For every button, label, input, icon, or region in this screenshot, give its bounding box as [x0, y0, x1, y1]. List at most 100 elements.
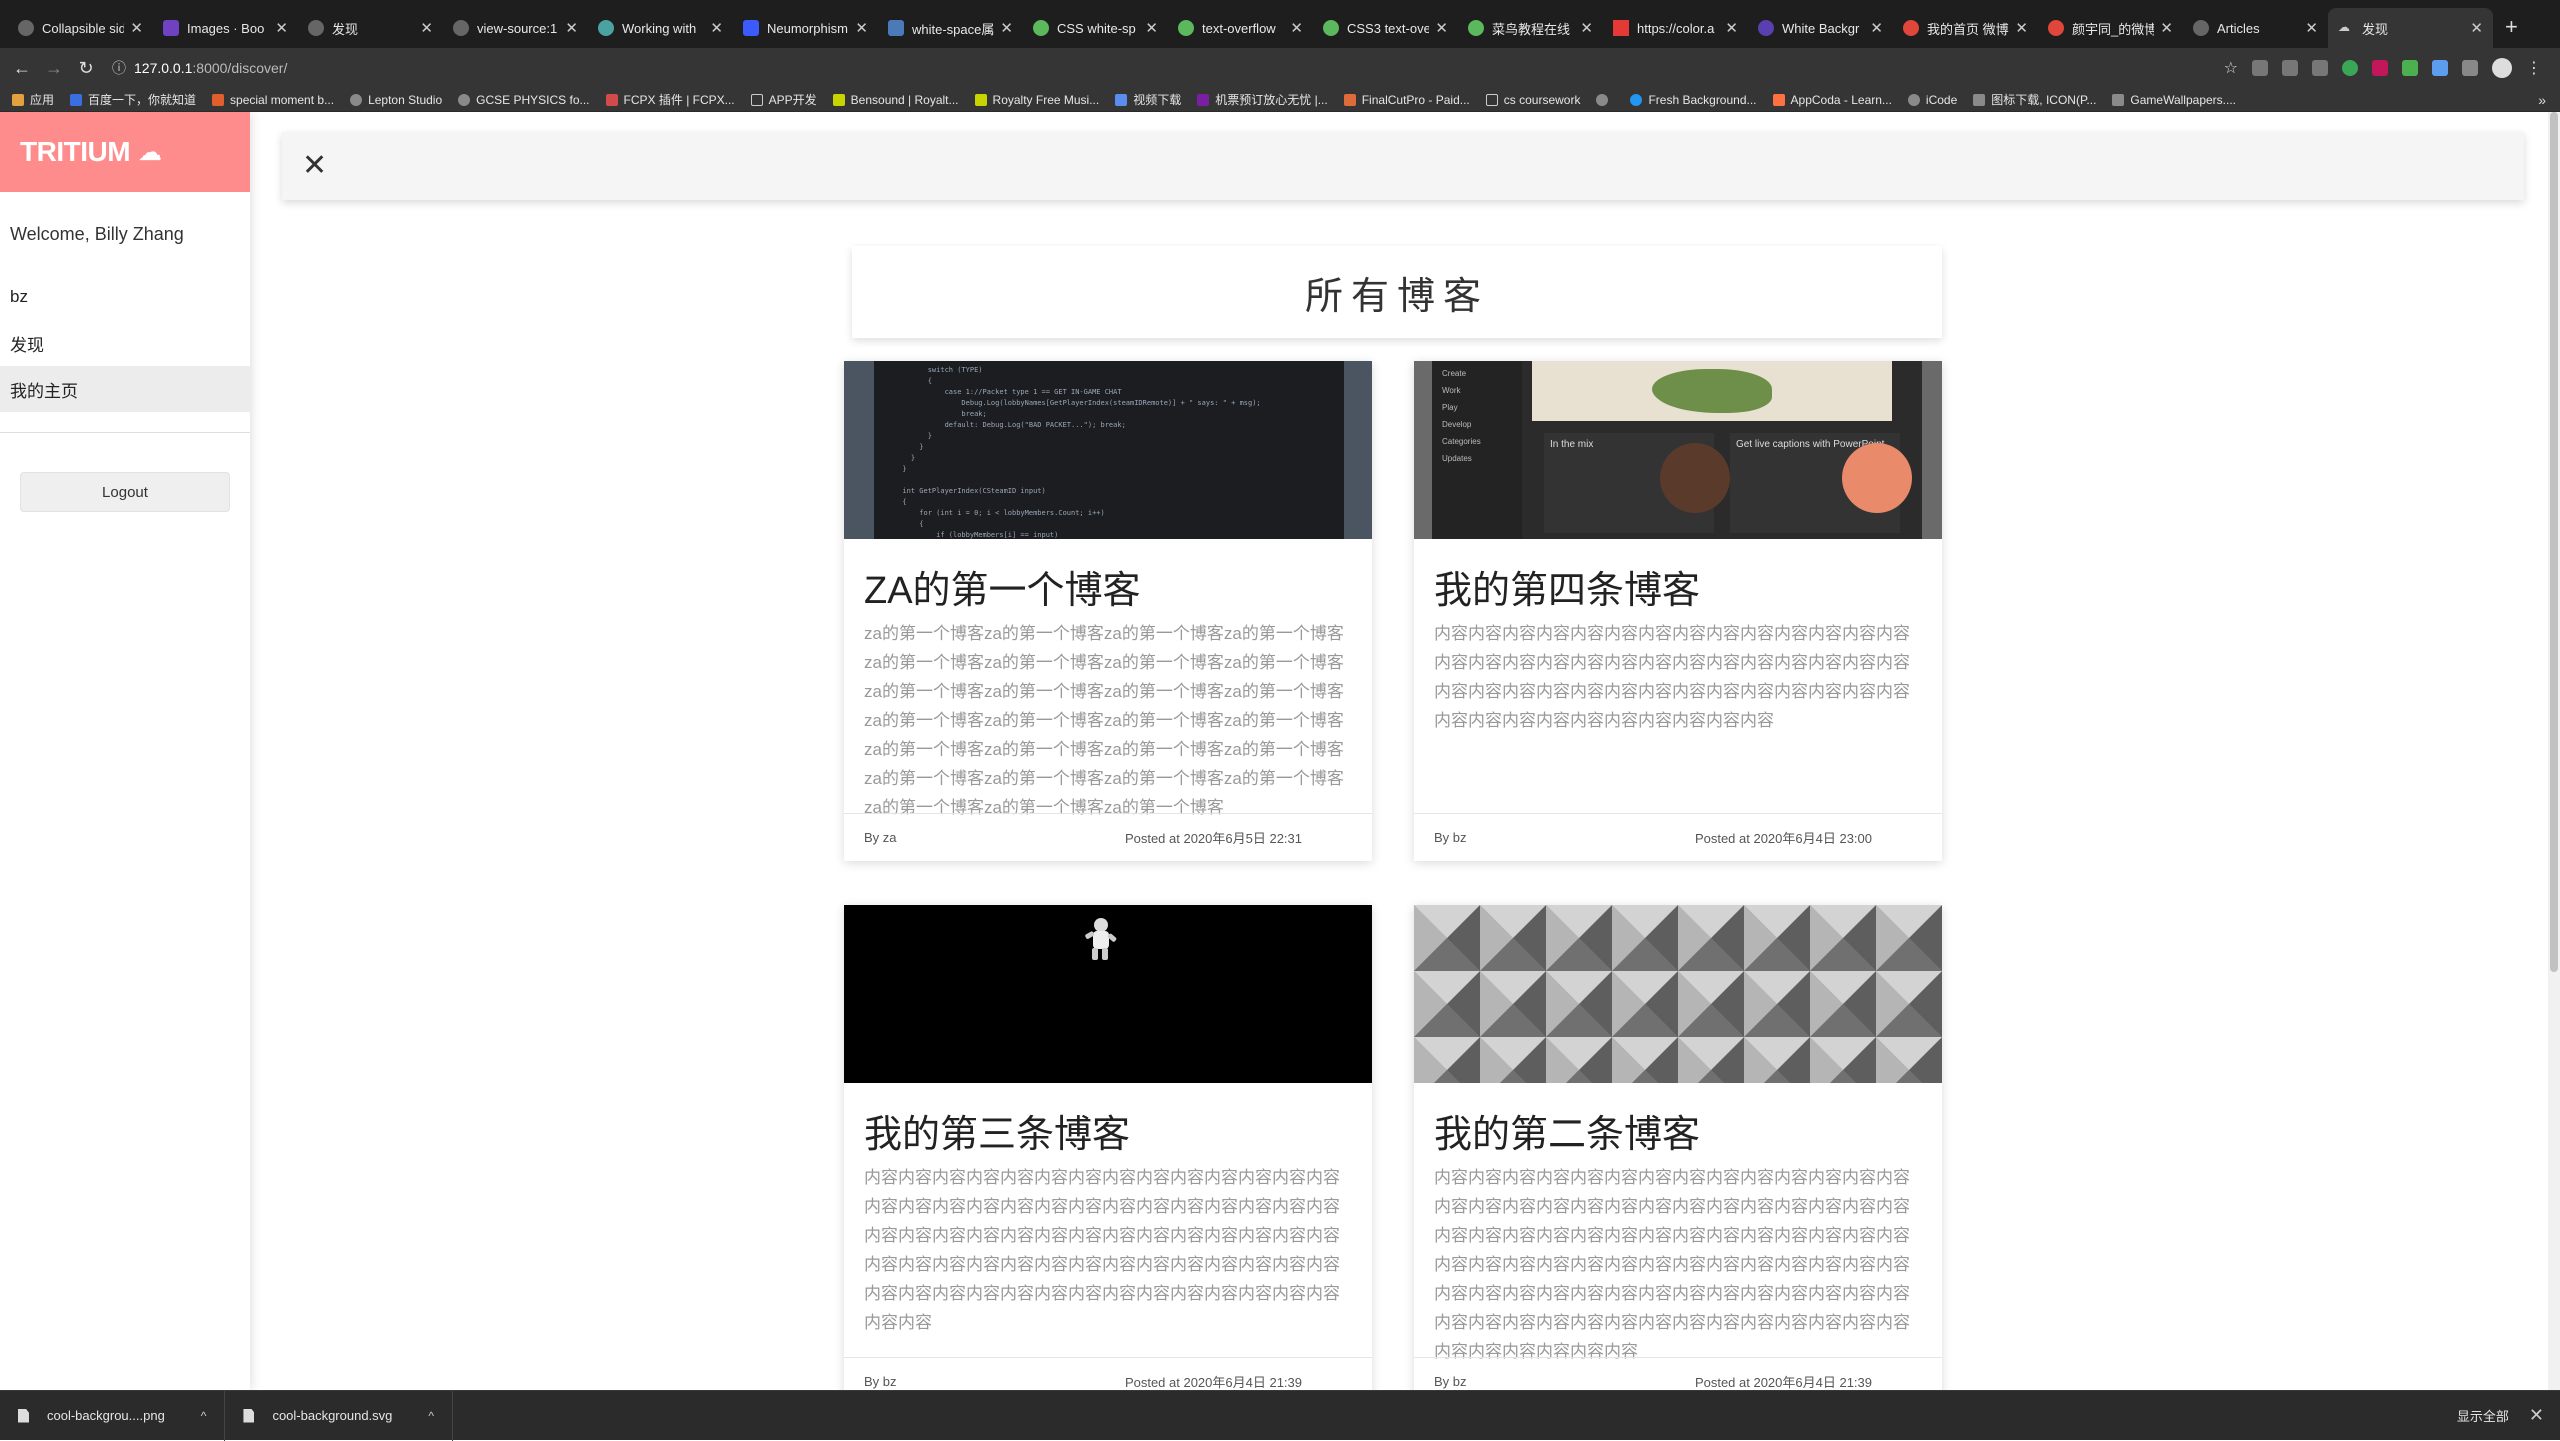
- browser-tab[interactable]: Images · Boo ✕: [153, 8, 298, 48]
- bookmark-item[interactable]: FinalCutPro - Paid...: [1343, 93, 1470, 107]
- close-tab-icon[interactable]: ✕: [710, 19, 723, 37]
- bookmark-item[interactable]: AppCoda - Learn...: [1772, 93, 1892, 107]
- close-tab-icon[interactable]: ✕: [855, 19, 868, 37]
- bookmark-item[interactable]: iCode: [1907, 93, 1957, 107]
- bookmark-item[interactable]: 视频下载: [1115, 91, 1181, 108]
- bookmark-item[interactable]: APP开发: [750, 91, 817, 108]
- close-tab-icon[interactable]: ✕: [1145, 19, 1158, 37]
- post-title[interactable]: 我的第二条博客: [1414, 1083, 1942, 1163]
- bookmark-item[interactable]: GCSE PHYSICS fo...: [458, 93, 590, 107]
- post-title[interactable]: 我的第四条博客: [1414, 539, 1942, 619]
- url-field[interactable]: ⓘ 127.0.0.1:8000/discover/: [112, 58, 287, 78]
- bookmark-item[interactable]: 百度一下，你就知道: [70, 91, 196, 108]
- extension-icon[interactable]: [2282, 60, 2298, 76]
- bookmark-item[interactable]: FCPX 插件 | FCPX...: [605, 91, 735, 108]
- close-tab-icon[interactable]: ✕: [275, 19, 288, 37]
- bookmark-item[interactable]: Royalty Free Musi...: [974, 93, 1099, 107]
- close-tab-icon[interactable]: ✕: [565, 19, 578, 37]
- star-icon[interactable]: ☆: [2224, 58, 2238, 78]
- close-tab-icon[interactable]: ✕: [130, 19, 143, 37]
- browser-tab[interactable]: white-space属 ✕: [878, 8, 1023, 48]
- browser-tab[interactable]: 颜宇同_的微博 ✕: [2038, 8, 2183, 48]
- browser-tab[interactable]: Articles ✕: [2183, 8, 2328, 48]
- browser-tab[interactable]: Neumorphism ✕: [733, 8, 878, 48]
- extension-icon[interactable]: [2252, 60, 2268, 76]
- close-tab-icon[interactable]: ✕: [1435, 19, 1448, 37]
- browser-tab[interactable]: text-overflow ✕: [1168, 8, 1313, 48]
- bookmark-item[interactable]: 图标下载, ICON(P...: [1973, 91, 2096, 108]
- close-tab-icon[interactable]: ✕: [2305, 19, 2318, 37]
- favicon-icon: [1033, 20, 1049, 36]
- extension-icon[interactable]: [2462, 60, 2478, 76]
- post-date: Posted at 2020年6月5日 22:31: [1124, 831, 1302, 846]
- sidebar-item-my-home[interactable]: 我的主页: [0, 366, 250, 412]
- menu-dots-icon[interactable]: ⋮: [2526, 58, 2542, 78]
- new-tab-icon[interactable]: +: [2505, 14, 2518, 40]
- post-card[interactable]: Create Work Play Develop Categories Updates I…: [1414, 361, 1942, 861]
- info-icon[interactable]: ⓘ: [112, 58, 126, 78]
- brand-logo[interactable]: TRITIUM ☁: [0, 112, 250, 192]
- bookmark-item[interactable]: Bensound | Royalt...: [832, 93, 959, 107]
- browser-tab[interactable]: 发现 ✕: [298, 8, 443, 48]
- extension-icon[interactable]: [2372, 60, 2388, 76]
- code-screenshot: switch (TYPE) { case 1://Packet type 1 =…: [874, 361, 1344, 539]
- chevron-up-icon[interactable]: ^: [201, 1409, 207, 1423]
- bookmark-item[interactable]: special moment b...: [212, 93, 334, 107]
- bookmark-item[interactable]: 机票预订放心无忧 |...: [1197, 91, 1328, 108]
- browser-tab[interactable]: CSS3 text-ove ✕: [1313, 8, 1458, 48]
- post-image: [844, 905, 1372, 1083]
- post-title[interactable]: ZA的第一个博客: [844, 539, 1372, 619]
- close-tab-icon[interactable]: ✕: [1870, 19, 1883, 37]
- browser-tab[interactable]: 菜鸟教程在线 ✕: [1458, 8, 1603, 48]
- extension-icon[interactable]: [2312, 60, 2328, 76]
- back-icon[interactable]: ←: [6, 58, 38, 79]
- browser-tab[interactable]: Collapsible sid ✕: [8, 8, 153, 48]
- close-tab-icon[interactable]: ✕: [420, 19, 433, 37]
- download-filename: cool-backgrou....png: [47, 1408, 165, 1423]
- logout-button[interactable]: Logout: [20, 472, 230, 512]
- extension-icon[interactable]: [2342, 60, 2358, 76]
- chevron-up-icon[interactable]: ^: [428, 1409, 434, 1423]
- bookmark-item[interactable]: GameWallpapers....: [2112, 93, 2236, 107]
- close-tab-icon[interactable]: ✕: [1580, 19, 1593, 37]
- close-tab-icon[interactable]: ✕: [2470, 19, 2483, 37]
- close-tab-icon[interactable]: ✕: [1725, 19, 1738, 37]
- browser-tab[interactable]: Working with ✕: [588, 8, 733, 48]
- reload-icon[interactable]: ↻: [70, 58, 102, 79]
- sidebar-item-bz[interactable]: bz: [0, 274, 250, 320]
- forward-icon[interactable]: →: [38, 58, 70, 79]
- post-date: Posted at 2020年6月4日 21:39: [1124, 1375, 1302, 1390]
- extension-icon[interactable]: [2432, 60, 2448, 76]
- browser-tab[interactable]: view-source:1 ✕: [443, 8, 588, 48]
- scrollbar-thumb[interactable]: [2550, 112, 2558, 972]
- bookmark-item[interactable]: 应用: [12, 91, 54, 108]
- browser-tab[interactable]: 我的首页 微博 ✕: [1893, 8, 2038, 48]
- bookmark-item[interactable]: Fresh Background...: [1630, 93, 1757, 107]
- browser-tab[interactable]: White Backgr ✕: [1748, 8, 1893, 48]
- close-tab-icon[interactable]: ✕: [1000, 19, 1013, 37]
- bookmark-item[interactable]: cs coursework: [1485, 93, 1580, 107]
- close-sidebar-icon[interactable]: ✕: [302, 151, 327, 181]
- bookmarks-overflow-icon[interactable]: »: [2538, 92, 2560, 108]
- show-all-downloads-button[interactable]: 显示全部: [2437, 1406, 2529, 1425]
- post-title[interactable]: 我的第三条博客: [844, 1083, 1372, 1163]
- browser-tab-active[interactable]: ☁ 发现 ✕: [2328, 8, 2493, 48]
- close-tab-icon[interactable]: ✕: [2015, 19, 2028, 37]
- close-tab-icon[interactable]: ✕: [2160, 19, 2173, 37]
- bookmark-item[interactable]: [1596, 93, 1614, 106]
- post-card[interactable]: 我的第二条博客 内容内容内容内容内容内容内容内容内容内容内容内容内容内容内容内容…: [1414, 905, 1942, 1390]
- globe-icon: [458, 93, 471, 106]
- browser-tab[interactable]: https://color.a ✕: [1603, 8, 1748, 48]
- post-card[interactable]: 我的第三条博客 内容内容内容内容内容内容内容内容内容内容内容内容内容内容内容内容…: [844, 905, 1372, 1390]
- sidebar-item-discover[interactable]: 发现: [0, 320, 250, 366]
- close-tab-icon[interactable]: ✕: [1290, 19, 1303, 37]
- close-icon[interactable]: ✕: [2529, 1405, 2560, 1426]
- avatar-icon[interactable]: [2492, 58, 2512, 78]
- bookmark-item[interactable]: Lepton Studio: [350, 93, 442, 107]
- download-icon[interactable]: [2402, 60, 2418, 76]
- download-item[interactable]: cool-background.svg ^: [225, 1390, 454, 1441]
- post-card[interactable]: switch (TYPE) { case 1://Packet type 1 =…: [844, 361, 1372, 861]
- browser-tab[interactable]: CSS white-sp ✕: [1023, 8, 1168, 48]
- download-item[interactable]: cool-backgrou....png ^: [0, 1390, 226, 1441]
- page-scrollbar[interactable]: [2548, 112, 2560, 1390]
